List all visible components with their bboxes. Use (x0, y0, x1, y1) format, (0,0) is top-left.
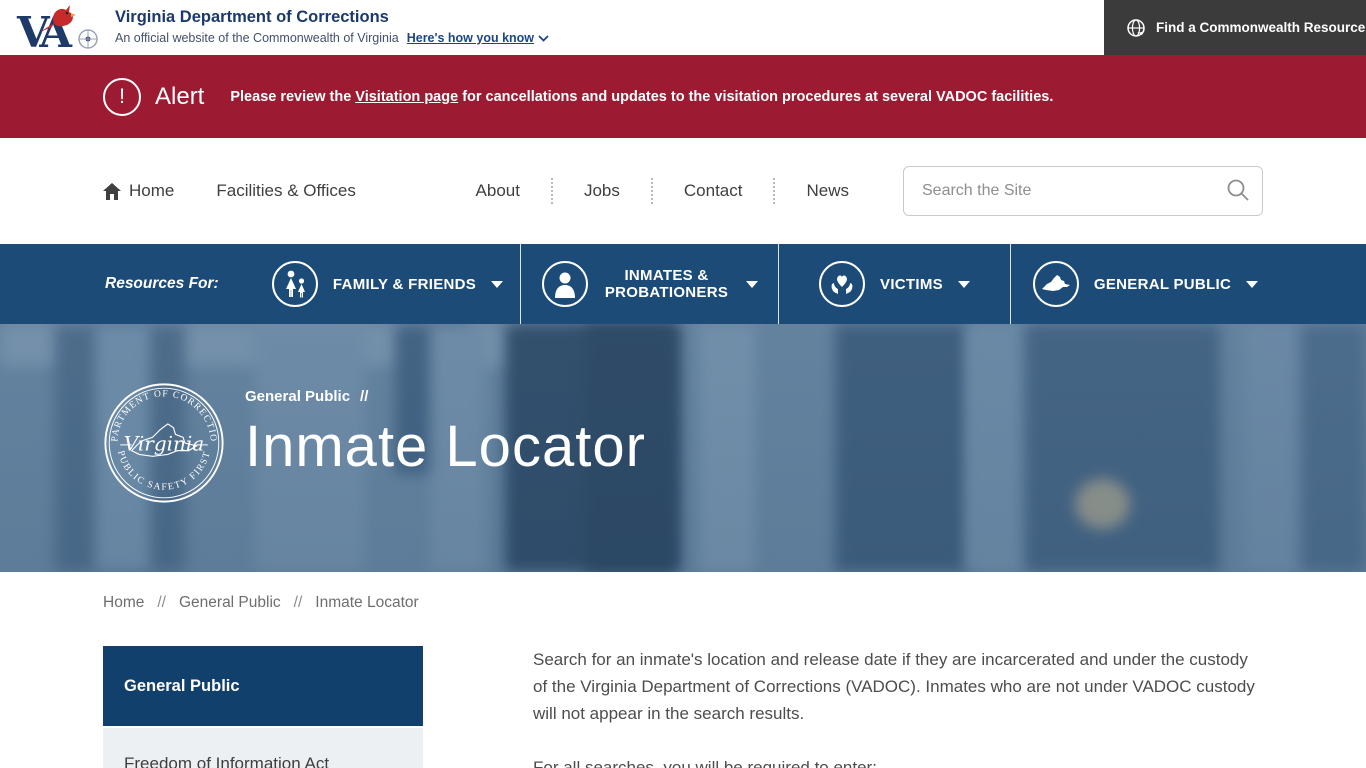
resources-victims[interactable]: VICTIMS (778, 244, 1010, 324)
vadoc-seal: DEPARTMENT OF CORRECTIONS PUBLIC SAFETY … (103, 382, 225, 504)
official-site-text: An official website of the Commonwealth … (115, 31, 399, 45)
caret-down-icon (958, 281, 970, 288)
main-content: Search for an inmate's location and rele… (533, 646, 1263, 768)
site-title: Virginia Department of Corrections (115, 8, 549, 27)
caret-down-icon (1246, 281, 1258, 288)
seal-virginia-text: Virginia (124, 432, 204, 456)
search-icon (1226, 178, 1250, 202)
search-requirements-lead: For all searches, you will be required t… (533, 754, 1263, 768)
breadcrumb-general-public[interactable]: General Public (179, 594, 281, 612)
globe-icon (1126, 18, 1146, 38)
heres-how-you-know-link[interactable]: Here's how you know (407, 31, 549, 45)
resources-family-friends[interactable]: FAMILY & FRIENDS (255, 244, 520, 324)
visitation-page-link[interactable]: Visitation page (355, 89, 458, 105)
hero-eyebrow-link[interactable]: General Public (245, 388, 350, 405)
nav-about[interactable]: About (476, 181, 520, 201)
heart-hands-icon (819, 261, 865, 307)
breadcrumb-inmate-locator: Inmate Locator (315, 594, 418, 612)
caret-down-icon (746, 281, 758, 288)
vadoc-logo[interactable]: VA (16, 3, 108, 53)
va-cardinal-logo-icon: VA (16, 3, 108, 53)
page-title: Inmate Locator (245, 413, 646, 480)
alert-exclamation-icon: ! (103, 78, 141, 116)
search-submit-button[interactable] (1225, 178, 1251, 204)
page-body: Home // General Public // Inmate Locator… (0, 572, 1366, 768)
resources-inmates-probationers[interactable]: INMATES & PROBATIONERS (520, 244, 778, 324)
caret-down-icon (491, 281, 503, 288)
alert-banner: ! Alert Please review the Visitation pag… (0, 55, 1366, 138)
hero-eyebrow-separator: // (360, 388, 368, 405)
breadcrumb: Home // General Public // Inmate Locator (103, 594, 1263, 612)
resources-general-public[interactable]: GENERAL PUBLIC (1010, 244, 1280, 324)
find-commonwealth-resource-button[interactable]: Find a Commonwealth Resource (1104, 0, 1366, 55)
breadcrumb-home[interactable]: Home (103, 594, 144, 612)
family-icon (272, 261, 318, 307)
hero-banner: DEPARTMENT OF CORRECTIONS PUBLIC SAFETY … (0, 324, 1366, 572)
nav-contact[interactable]: Contact (684, 181, 743, 201)
sidebar-nav: General Public Freedom of Information Ac… (103, 646, 423, 768)
alert-label: Alert (155, 83, 204, 111)
nav-divider-dots (773, 178, 775, 204)
alert-message: Please review the Visitation page for ca… (230, 89, 1053, 105)
nav-jobs[interactable]: Jobs (584, 181, 620, 201)
nav-home[interactable]: Home (103, 181, 174, 201)
home-icon (103, 183, 121, 200)
nav-facilities-offices[interactable]: Facilities & Offices (216, 181, 356, 201)
virginia-state-icon (1033, 261, 1079, 307)
nav-news[interactable]: News (806, 181, 849, 201)
sidebar-item-foia[interactable]: Freedom of Information Act (103, 728, 423, 768)
chevron-down-icon (538, 35, 549, 42)
nav-divider-dots (551, 178, 553, 204)
sidebar-item-general-public[interactable]: General Public (103, 646, 423, 726)
site-header: VA Virginia Department of Corrections An… (0, 0, 1366, 55)
main-navigation: Home Facilities & Offices About Jobs Con… (0, 138, 1366, 244)
resources-for-bar: Resources For: FAMILY & FRIENDS INMATES … (0, 244, 1366, 324)
person-icon (542, 261, 588, 307)
resources-for-label: Resources For: (0, 244, 255, 324)
nav-divider-dots (651, 178, 653, 204)
intro-paragraph: Search for an inmate's location and rele… (533, 646, 1263, 727)
site-search-input[interactable] (903, 166, 1263, 216)
